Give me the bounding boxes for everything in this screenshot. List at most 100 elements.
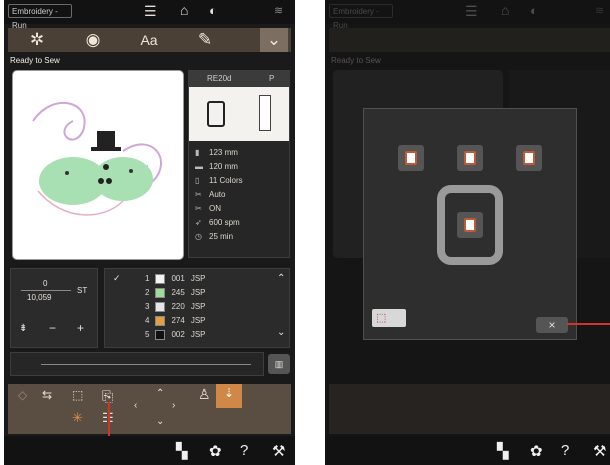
hoop-center-icon bbox=[464, 218, 476, 232]
hoop-icon bbox=[207, 101, 225, 127]
hoop-top-left-icon bbox=[405, 151, 417, 165]
info-colors: ▯ 11 Colors bbox=[195, 176, 243, 185]
minus-button[interactable]: − bbox=[49, 321, 56, 335]
tools-icon[interactable]: ⚒ bbox=[593, 442, 606, 460]
design-icon: ◉ bbox=[85, 30, 101, 49]
arrow-up-icon[interactable]: ⌃ bbox=[156, 388, 164, 399]
callout-line bbox=[567, 323, 610, 325]
hoop-position-dialog: ⬚ × bbox=[363, 108, 577, 340]
color-icon[interactable]: ✳ bbox=[72, 410, 83, 426]
design-preview[interactable] bbox=[12, 70, 184, 260]
colors-icon: ▯ bbox=[195, 176, 200, 185]
info-header: RE20d P bbox=[189, 71, 289, 87]
collapse-button[interactable]: ⌄ bbox=[260, 28, 288, 52]
info-speed-mode: ✂ ON bbox=[195, 204, 221, 213]
home-icon[interactable]: ⌂ bbox=[180, 2, 188, 18]
goto-stitch-icon[interactable]: ⇟ bbox=[19, 323, 27, 334]
info-speed: ➶ 600 spm bbox=[195, 218, 240, 227]
hoop-attach-button[interactable]: ⬚ bbox=[372, 309, 406, 327]
tab-text[interactable]: Aa bbox=[124, 28, 174, 52]
arrow-right-icon[interactable]: › bbox=[172, 400, 175, 411]
color-row[interactable]: 3 220 JSP bbox=[145, 301, 205, 312]
edit-icon: ✎ bbox=[197, 30, 213, 49]
system-bar: ▚ ✿ ? ⚒ bbox=[325, 436, 610, 465]
frame-icon[interactable]: ⬚ bbox=[72, 388, 83, 402]
speed-icon: ➶ bbox=[195, 218, 202, 227]
hoop-top-center-icon bbox=[464, 151, 476, 165]
hoop-top-left-button[interactable] bbox=[398, 145, 424, 171]
info-cut: ✂ Auto bbox=[195, 190, 226, 199]
thread-cut-icon: ✂ bbox=[195, 204, 202, 213]
close-button[interactable]: × bbox=[536, 317, 568, 333]
info-height: ▬ 120 mm bbox=[195, 162, 238, 171]
embroidery-icon: ✲ bbox=[29, 30, 45, 49]
height-icon: ▬ bbox=[195, 162, 203, 171]
sewing-machine-icon[interactable]: ▚ bbox=[497, 442, 509, 460]
hoop-top-right-icon bbox=[523, 151, 535, 165]
check-icon[interactable]: ✓ bbox=[113, 273, 121, 284]
color-row[interactable]: 5 002 JSP bbox=[145, 329, 205, 340]
embroidery-run-screen: Embroidery - Run ☰ ⌂ ◐ ≋ ✲ ◉ Aa ✎ ⌄ Read… bbox=[4, 0, 295, 465]
plus-button[interactable]: + bbox=[77, 321, 84, 335]
bottom-toolbar: ◇ ⇆ ⬚ ⎘ ⌃ ‹ › ⌄ ♙ ⇣ ✳ ☷ bbox=[8, 384, 291, 434]
stitch-unit: ST bbox=[77, 286, 88, 295]
hoop-attach-icon: ⬚ bbox=[376, 312, 387, 324]
stitch-total: 10,059 bbox=[27, 293, 52, 302]
sewing-machine-icon[interactable]: ▚ bbox=[176, 442, 188, 460]
slider-mode-button[interactable]: ▥ bbox=[268, 354, 290, 374]
color-row[interactable]: 2 245 JSP bbox=[145, 287, 205, 298]
status-bar: Embroidery - Run ☰ ⌂ ◐ ≋ bbox=[4, 0, 295, 30]
bernina-logo-icon[interactable]: ◐ bbox=[209, 3, 217, 18]
hoop-position-icon[interactable]: ◇ bbox=[18, 388, 27, 402]
tab-embroidery[interactable]: ✲ bbox=[12, 28, 62, 52]
help-icon[interactable]: ? bbox=[561, 442, 569, 459]
info-width: ▮ 123 mm bbox=[195, 148, 238, 157]
presser-foot-icon bbox=[259, 95, 271, 131]
stitch-current: 0 bbox=[43, 279, 48, 288]
settings-icon[interactable]: ✿ bbox=[209, 442, 222, 460]
status-text: Ready to Sew bbox=[10, 56, 60, 65]
clock-icon: ◷ bbox=[195, 232, 202, 241]
progress-slider[interactable] bbox=[10, 352, 264, 376]
scroll-down-icon[interactable]: ⌄ bbox=[277, 327, 285, 338]
slider-track bbox=[41, 364, 251, 365]
tab-edit[interactable]: ✎ bbox=[180, 28, 230, 52]
stitch-counter: 0 10,059 ST ⇟ − + bbox=[10, 268, 98, 348]
arrow-left-icon[interactable]: ‹ bbox=[134, 400, 137, 411]
scroll-up-icon[interactable]: ⌃ bbox=[277, 273, 285, 284]
presser-foot-icon[interactable]: ♙ bbox=[198, 386, 211, 403]
hoop-top-right-button[interactable] bbox=[516, 145, 542, 171]
stitch-divider bbox=[21, 290, 71, 291]
embroidery-design-image bbox=[32, 102, 163, 216]
width-icon: ▮ bbox=[195, 148, 200, 157]
wifi-icon: ≋ bbox=[274, 5, 284, 17]
foot-label: P bbox=[269, 74, 275, 83]
help-icon[interactable]: ? bbox=[240, 442, 248, 459]
hoop-position-dialog-screen: Embroidery - Run ☰ ⌂ ◐ ≋ Ready to Sew ⬚ … bbox=[325, 0, 610, 465]
needle-icon: ⇣ bbox=[224, 386, 235, 400]
menu-icon[interactable]: ☰ bbox=[144, 3, 157, 20]
text-icon: Aa bbox=[140, 32, 158, 48]
hoop-top-center-button[interactable] bbox=[457, 145, 483, 171]
hoop-foot-icons bbox=[189, 87, 289, 141]
chevron-down-icon: ⌄ bbox=[266, 30, 282, 49]
needle-stop-button[interactable]: ⇣ bbox=[216, 384, 242, 408]
cut-icon: ✂ bbox=[195, 190, 202, 199]
close-icon: × bbox=[548, 318, 556, 332]
hoop-label: RE20d bbox=[207, 74, 232, 83]
color-row[interactable]: 1 001 JSP bbox=[145, 273, 205, 284]
tab-design[interactable]: ◉ bbox=[68, 28, 118, 52]
color-list: ✓ 1 001 JSP 2 245 JSP 3 220 JSP 4 274 JSP 5 002 JS… bbox=[104, 268, 290, 348]
move-hoop-icon[interactable]: ⇆ bbox=[42, 388, 52, 402]
grid-icon: ▥ bbox=[274, 358, 284, 369]
tab-bar: ✲ ◉ Aa ✎ ⌄ bbox=[8, 28, 291, 52]
hoop-center-button[interactable] bbox=[457, 212, 483, 238]
app-title: Embroidery - Run bbox=[8, 4, 72, 30]
arrow-down-icon[interactable]: ⌄ bbox=[156, 416, 164, 427]
design-info-panel: RE20d P ▮ 123 mm ▬ 120 mm ▯ 11 Colors ✂ Auto… bbox=[188, 70, 290, 258]
settings-icon[interactable]: ✿ bbox=[530, 442, 543, 460]
info-time: ◷ 25 min bbox=[195, 232, 234, 241]
tools-icon[interactable]: ⚒ bbox=[272, 442, 285, 460]
color-row[interactable]: 4 274 JSP bbox=[145, 315, 205, 326]
system-bar: ▚ ✿ ? ⚒ bbox=[4, 436, 295, 465]
